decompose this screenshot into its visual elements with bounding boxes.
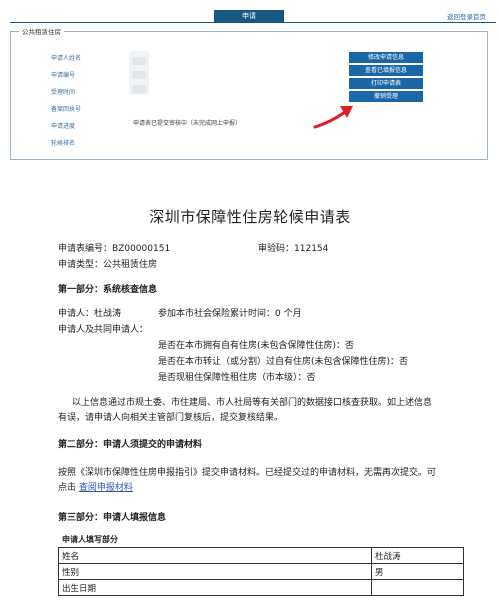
materials-paragraph-line1: 按照《深圳市保障性住房申报指引》提交申请材料。已经提交过的申请材料，无需再次提交…: [58, 468, 437, 478]
table-row: 出生日期: [58, 579, 464, 596]
red-arrow-icon: [313, 106, 353, 129]
form-number-row: 申请表编号：BZ00000151: [58, 241, 170, 254]
table-row: 性别 男: [58, 563, 464, 580]
table-row: 姓名 杜战涛: [58, 547, 464, 564]
notice-paragraph-line1: 以上信息通过市规土委、市住建局、市人社局等有关部门的数据接口核查获取。如上述信息: [72, 398, 433, 408]
check-renting-public-house: 是否现租住保障性租住房（市本级）：否: [158, 373, 316, 383]
table-cell-label: 性别: [58, 563, 372, 580]
view-submitted-button[interactable]: 查看已填报信息: [349, 65, 423, 76]
document-title: 深圳市保障性住房轮候申请表: [149, 208, 351, 226]
check-transferred-house: 是否在本市转让（或分割）过自有住房(未包含保障性住房)：否: [158, 357, 409, 367]
field-receipt-number: 备案回执号: [51, 106, 82, 113]
portal-header: 申请 返回登录首页: [0, 0, 500, 24]
field-application-number: 申请编号: [51, 72, 76, 79]
applicant-info-table: 姓名 杜战涛 性别 男 出生日期: [58, 547, 464, 596]
materials-prefix: 点击: [58, 483, 77, 493]
type-label: 申请类型：: [58, 260, 104, 270]
status-text: 申请表已提交审核中（未完成网上申报）: [133, 120, 242, 127]
application-form-document: 深圳市保障性住房轮候申请表 申请表编号：BZ00000151 审验码：11215…: [0, 160, 500, 600]
table-cell-value: 男: [371, 563, 464, 580]
verify-code-value: 112154: [294, 244, 329, 254]
redacted-values: [129, 51, 149, 95]
table-cell-value: 杜战涛: [371, 547, 464, 564]
table-cell-value: [371, 579, 464, 596]
field-progress: 申请进度: [51, 123, 76, 130]
form-number-label: 申请表编号：: [58, 244, 113, 254]
applicant-name: 申请人：杜战涛: [58, 309, 122, 319]
type-value: 公共租赁住房: [103, 260, 158, 270]
application-panel: 公共租赁住房 申请人姓名 申请编号 受理时间 备案回执号 申请进度 轮候排名 申…: [10, 26, 488, 160]
social-security-time: 参加本市社会保险累计时间：0 个月: [158, 309, 302, 319]
back-to-home-link[interactable]: 返回登录首页: [447, 11, 486, 21]
field-accept-time: 受理时间: [51, 89, 76, 96]
part1-heading: 第一部分：系统核查信息: [58, 285, 158, 295]
part3-heading: 第三部分：申请人填报信息: [58, 513, 167, 523]
withdraw-application-button[interactable]: 撤销受理: [349, 91, 423, 102]
verify-code-row: 审验码：112154: [258, 241, 328, 254]
view-materials-link[interactable]: 查阅申报材料: [79, 483, 133, 493]
modify-application-button[interactable]: 修改申请信息: [349, 52, 423, 63]
fill-section-label: 申请人填写部分: [62, 535, 118, 544]
co-applicants-label: 申请人及共同申请人：: [58, 325, 149, 335]
tab-divider: [10, 22, 496, 23]
field-queue-rank: 轮候排名: [51, 140, 76, 147]
field-applicant-name: 申请人姓名: [51, 55, 82, 62]
application-type-row: 申请类型：公共租赁住房: [58, 257, 157, 270]
print-application-button[interactable]: 打印申请表: [349, 78, 423, 89]
table-cell-label: 出生日期: [58, 579, 372, 596]
verify-code-label: 审验码：: [258, 244, 295, 254]
materials-paragraph-line2: 点击 查阅申报材料: [58, 480, 133, 493]
form-number-value: BZ00000151: [112, 244, 171, 254]
table-cell-label: 姓名: [58, 547, 372, 564]
panel-legend: 公共租赁住房: [19, 26, 64, 36]
notice-paragraph-line2: 有误，请申请人向相关主管部门复核后，提交复核结果。: [58, 413, 284, 423]
check-own-house: 是否在本市拥有自有住房(未包含保障性住房)：否: [158, 341, 355, 351]
part2-heading: 第二部分：申请人须提交的申请材料: [58, 440, 203, 450]
